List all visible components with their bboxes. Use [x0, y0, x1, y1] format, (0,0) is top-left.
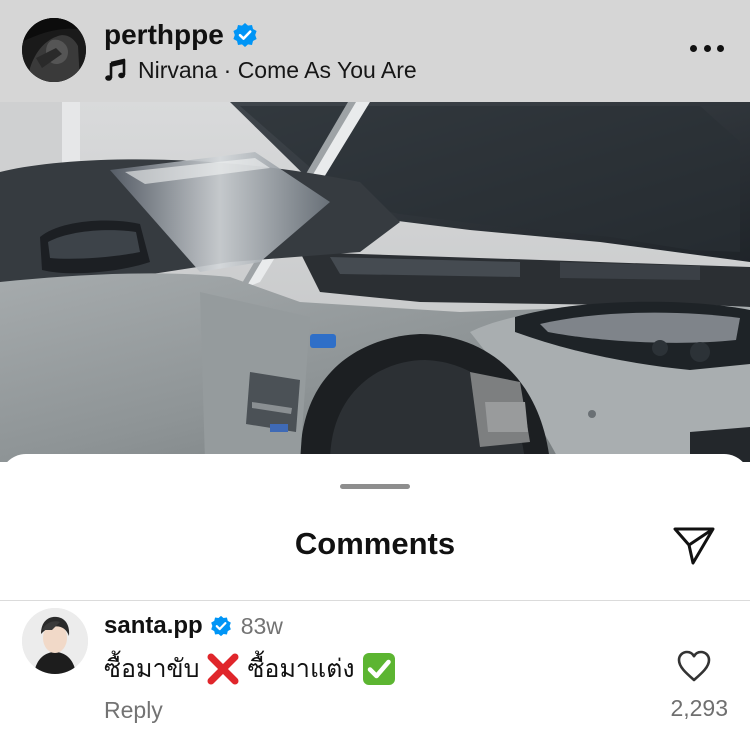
comment-timestamp: 83w — [240, 612, 283, 639]
comment-item: santa.pp 83w ซื้อมาขับ ซื้อมาแต่ง Reply … — [0, 601, 750, 741]
music-note-icon — [104, 58, 128, 82]
comments-sheet: Comments santa.pp 83w ซื้อมาขับ ซื้อมาแต… — [0, 454, 750, 741]
post-header: perthppe Nirvana · Come As You Are — [0, 0, 750, 102]
paper-plane-icon[interactable] — [670, 521, 718, 569]
comment-header: santa.pp 83w — [104, 611, 283, 641]
post-author-avatar[interactable] — [22, 18, 86, 82]
sheet-title: Comments — [294, 526, 456, 561]
car-photo-illustration — [0, 102, 750, 462]
comment-body: ซื้อมาขับ ซื้อมาแต่ง — [104, 649, 397, 689]
post-username-row: perthppe — [104, 18, 258, 52]
cross-mark-icon — [205, 651, 241, 687]
commenter-avatar[interactable] — [22, 608, 88, 674]
verified-badge-icon — [210, 615, 232, 637]
commenter-username[interactable]: santa.pp — [104, 612, 203, 640]
heart-icon[interactable] — [676, 649, 712, 683]
comment-text-part2: ซื้อมาแต่ง — [247, 654, 355, 683]
comment-text-part1: ซื้อมาขับ — [104, 654, 200, 683]
sheet-grabber-handle[interactable] — [340, 484, 410, 489]
post-username[interactable]: perthppe — [104, 19, 224, 51]
post-photo[interactable] — [0, 102, 750, 462]
check-mark-button-icon — [361, 651, 397, 687]
reply-button[interactable]: Reply — [104, 697, 163, 724]
more-options-icon[interactable] — [690, 38, 724, 58]
like-count: 2,293 — [670, 695, 728, 721]
music-attribution[interactable]: Nirvana · Come As You Are — [104, 55, 417, 85]
music-title: Nirvana · Come As You Are — [138, 56, 417, 83]
verified-badge-icon — [232, 22, 258, 48]
